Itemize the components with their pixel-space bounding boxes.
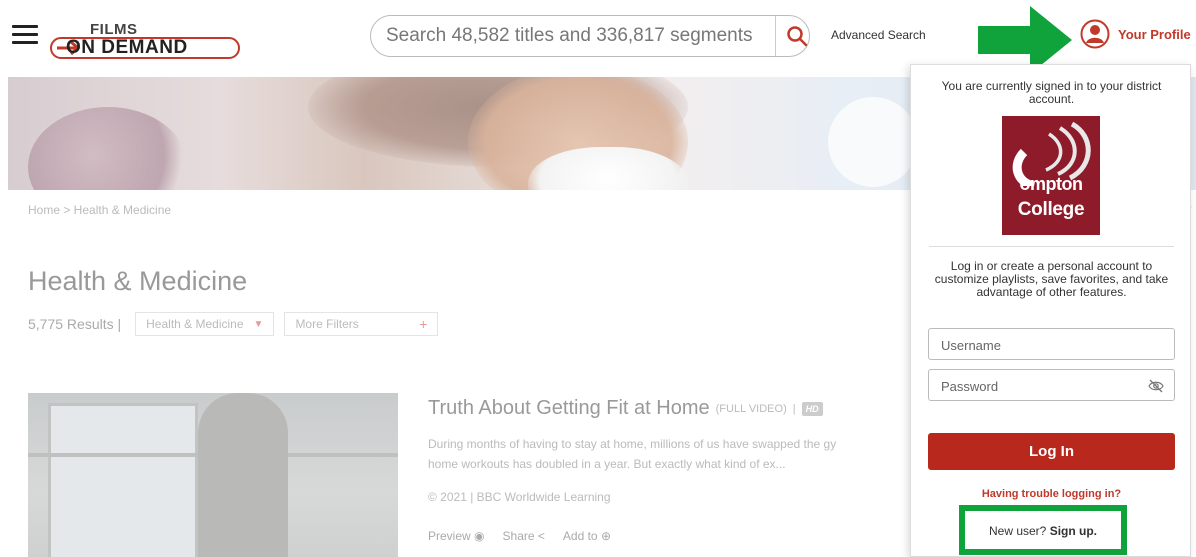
eye-slash-icon[interactable]: [1148, 379, 1164, 393]
add-circle-icon: ⊕: [600, 529, 612, 543]
preview-label: Preview: [428, 529, 471, 543]
signup-highlight-box: New user? Sign up.: [959, 505, 1127, 555]
logo-films-text: FILMS: [90, 21, 138, 38]
result-item-title[interactable]: Truth About Getting Fit at Home: [428, 397, 710, 420]
college-logo-line-2: College: [1017, 199, 1085, 220]
panel-divider: [929, 246, 1174, 247]
subject-filter-label: Health & Medicine: [146, 317, 244, 331]
password-field[interactable]: [941, 377, 1141, 395]
breadcrumb[interactable]: Home > Health & Medicine: [28, 203, 171, 217]
search-input[interactable]: [386, 22, 766, 50]
advanced-search-link[interactable]: Advanced Search: [831, 28, 926, 42]
profile-dropdown-panel: You are currently signed in to your dist…: [910, 64, 1191, 557]
search-divider: [775, 16, 776, 56]
login-info-text: Log in or create a personal account to c…: [934, 259, 1169, 299]
your-profile-button[interactable]: Your Profile: [1080, 18, 1191, 50]
menu-icon[interactable]: [12, 25, 38, 45]
result-item-separator: |: [792, 402, 796, 415]
password-field-wrapper: [928, 369, 1175, 401]
result-count: 5,775 Results |: [28, 316, 122, 332]
result-item-meta: © 2021 | BBC Worldwide Learning: [428, 490, 611, 504]
add-to-label: Add to: [562, 529, 598, 543]
college-logo-line-1: ompton: [1019, 174, 1083, 194]
logo-on-demand-text: ON DEMAND: [66, 37, 188, 58]
username-field-wrapper: [928, 328, 1175, 360]
share-label: Share: [502, 529, 535, 543]
share-icon: <: [537, 529, 545, 543]
new-user-label: New user?: [988, 524, 1047, 538]
description-line-2: home workouts has doubled in a year. But…: [428, 457, 786, 471]
sign-up-link[interactable]: Sign up.: [1050, 524, 1097, 538]
caret-down-icon: ▼: [253, 318, 264, 330]
search-box: [370, 15, 810, 57]
description-line-1: During months of having to stay at home,…: [428, 437, 837, 451]
preview-button[interactable]: Preview ◉: [428, 529, 485, 543]
profile-label: Your Profile: [1118, 26, 1191, 42]
result-item-type: (FULL VIDEO): [715, 402, 787, 415]
search-icon[interactable]: [785, 24, 809, 48]
add-to-button[interactable]: Add to ⊕: [563, 529, 611, 543]
share-button[interactable]: Share <: [503, 529, 545, 543]
user-avatar-icon: [1080, 19, 1110, 49]
subject-filter-dropdown[interactable]: Health & Medicine ▼: [135, 312, 275, 336]
new-user-row: New user? Sign up.: [965, 524, 1121, 538]
signed-in-message: You are currently signed in to your dist…: [941, 79, 1162, 106]
result-item-actions: Preview ◉ Share < Add to ⊕: [428, 529, 611, 543]
more-filters-label: More Filters: [295, 317, 359, 331]
compton-college-logo: ompton College: [1002, 116, 1100, 235]
trouble-logging-in-link[interactable]: Having trouble logging in?: [911, 488, 1192, 500]
plus-icon: +: [419, 316, 428, 332]
hd-badge: HD: [801, 401, 823, 416]
username-field[interactable]: [941, 336, 1141, 354]
page-title: Health & Medicine: [28, 266, 248, 296]
eye-icon: ◉: [474, 529, 485, 543]
result-item-title-row: Truth About Getting Fit at Home (FULL VI…: [428, 397, 823, 420]
video-thumbnail[interactable]: [28, 393, 398, 557]
filter-row: 5,775 Results | Health & Medicine ▼ More…: [28, 312, 448, 336]
log-in-button[interactable]: Log In: [928, 433, 1175, 470]
films-on-demand-logo[interactable]: FILMS ON DEMAND: [50, 14, 250, 60]
result-item-description: During months of having to stay at home,…: [428, 434, 908, 474]
more-filters-button[interactable]: More Filters +: [284, 312, 439, 336]
